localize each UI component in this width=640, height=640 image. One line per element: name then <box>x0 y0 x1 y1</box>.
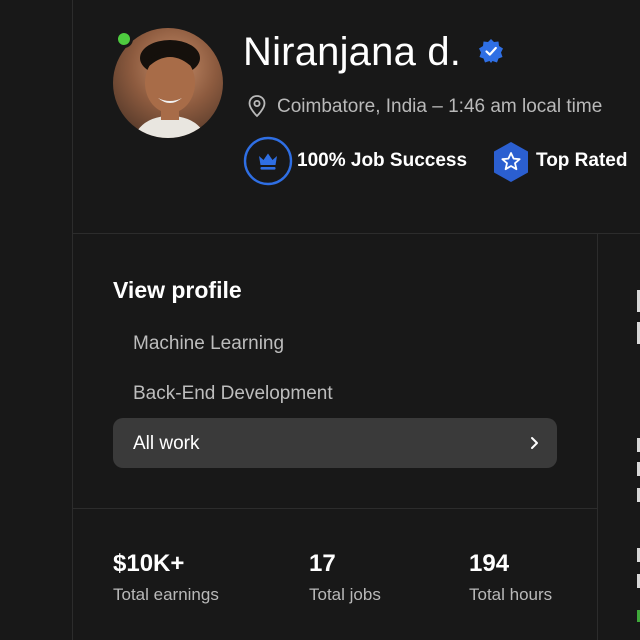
chevron-right-icon <box>531 437 538 449</box>
online-status-dot <box>115 30 133 48</box>
view-profile-heading: View profile <box>113 277 242 303</box>
location-pin-icon <box>248 95 266 118</box>
nav-item-label: All work <box>133 433 200 454</box>
profile-avatar[interactable] <box>113 28 223 138</box>
nav-item-machine-learning[interactable]: Machine Learning <box>133 332 284 356</box>
stat-earnings-label: Total earnings <box>113 585 219 604</box>
profile-location: Coimbatore, India – 1:46 am local time <box>277 96 603 117</box>
stats-divider <box>72 508 597 509</box>
profile-name: Niranjana d. <box>243 30 462 74</box>
stat-jobs-label: Total jobs <box>309 585 381 604</box>
star-badge-icon <box>494 142 528 182</box>
nav-item-back-end-development[interactable]: Back-End Development <box>133 382 333 406</box>
left-divider <box>72 0 73 640</box>
header-divider <box>72 233 640 234</box>
stat-hours-value: 194 <box>469 550 510 577</box>
stat-earnings-value: $10K+ <box>113 550 185 577</box>
column-divider <box>597 234 598 640</box>
stat-jobs-value: 17 <box>309 550 336 577</box>
nav-item-all-work[interactable]: All work <box>113 418 557 468</box>
top-rated-badge: Top Rated <box>536 150 628 171</box>
stat-hours-label: Total hours <box>469 585 553 604</box>
crown-badge-icon <box>243 136 293 186</box>
verified-check-icon <box>479 39 503 63</box>
job-success-badge: 100% Job Success <box>297 150 468 171</box>
